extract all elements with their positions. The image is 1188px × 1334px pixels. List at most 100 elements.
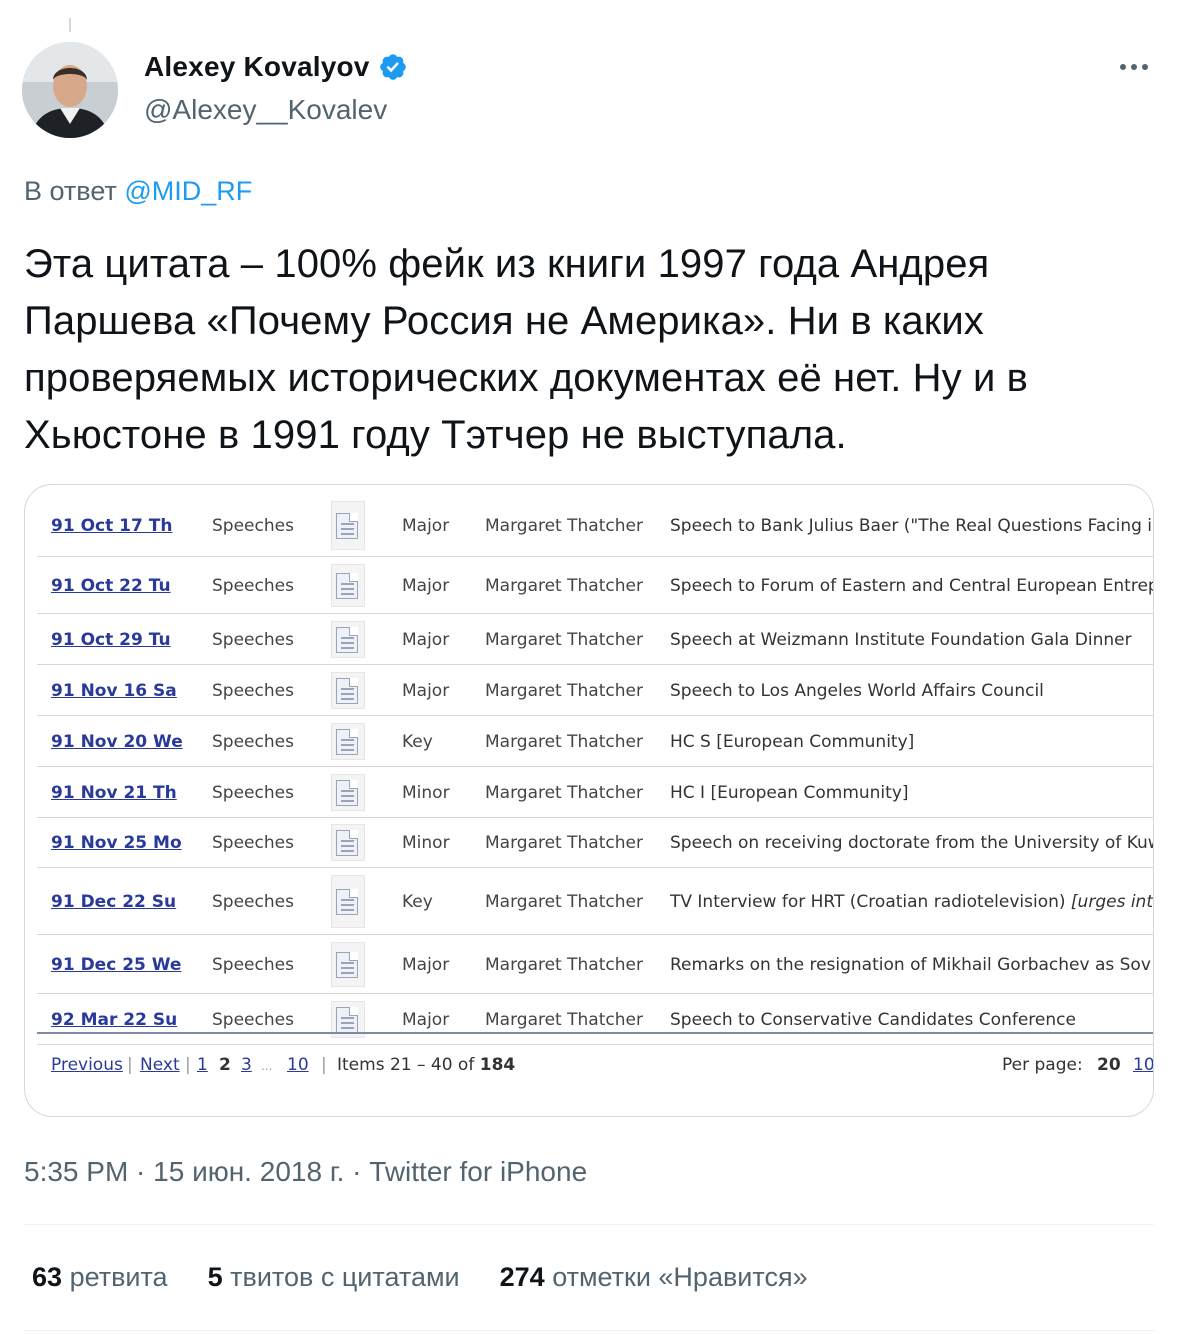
row-type: Speeches — [212, 731, 294, 752]
previous-link[interactable]: Previous — [51, 1055, 123, 1075]
table-row: 91 Nov 21 Th Speeches Minor Margaret Thatch… — [37, 768, 1153, 818]
row-date-link[interactable]: 91 Oct 29 Tu — [51, 615, 171, 664]
table-pager: Previous | Next | 1 2 3 ... 10 | Items 2… — [51, 1055, 1153, 1085]
table-row: 91 Dec 25 We Speeches Major Margaret Thatch… — [37, 936, 1153, 994]
more-options-button[interactable] — [1114, 52, 1154, 82]
table-row: 91 Oct 29 Tu Speeches Major Margaret Thatch… — [37, 615, 1153, 665]
document-icon[interactable] — [333, 558, 361, 613]
row-person: Margaret Thatcher — [485, 1009, 643, 1030]
document-icon[interactable] — [333, 615, 361, 664]
row-date-link[interactable]: 91 Dec 25 We — [51, 936, 181, 993]
avatar[interactable] — [22, 42, 118, 138]
tweet-header: Alexey Kovalyov @Alexey__Kovalev — [22, 42, 1166, 138]
pager-separator: | — [321, 1055, 327, 1075]
row-level: Major — [402, 954, 450, 975]
document-icon[interactable] — [333, 936, 361, 993]
row-level: Key — [402, 891, 433, 912]
per-page-label: Per page: — [1002, 1055, 1083, 1075]
page-last-link[interactable]: 10 — [287, 1055, 309, 1075]
row-title: Remarks on the resignation of Mikhail Go… — [670, 954, 1153, 975]
row-person: Margaret Thatcher — [485, 731, 643, 752]
more-dot-icon — [1131, 64, 1137, 70]
row-level: Major — [402, 629, 450, 650]
document-icon[interactable] — [333, 995, 361, 1044]
thread-connector-line — [69, 18, 71, 32]
page-3-link[interactable]: 3 — [241, 1055, 252, 1075]
row-person: Margaret Thatcher — [485, 891, 643, 912]
document-icon[interactable] — [333, 495, 361, 556]
row-date-link[interactable]: 91 Nov 21 Th — [51, 768, 177, 817]
row-type: Speeches — [212, 1009, 294, 1030]
row-person: Margaret Thatcher — [485, 575, 643, 596]
row-person: Margaret Thatcher — [485, 954, 643, 975]
row-date-link[interactable]: 91 Nov 20 We — [51, 717, 183, 766]
pager-ellipsis: ... — [261, 1059, 273, 1073]
row-date-link[interactable]: 91 Oct 22 Tu — [51, 558, 171, 613]
retweets-stat[interactable]: 63 ретвита — [32, 1262, 168, 1293]
tweet-media-image[interactable]: 91 Oct 17 Th Speeches Major Margaret Thatch… — [24, 484, 1154, 1117]
row-date-link[interactable]: 91 Dec 22 Su — [51, 869, 176, 934]
stats-divider-bottom — [24, 1330, 1154, 1331]
row-date-link[interactable]: 91 Nov 25 Mo — [51, 818, 182, 867]
row-level: Major — [402, 515, 450, 536]
speech-archive-table: 91 Oct 17 Th Speeches Major Margaret Thatch… — [37, 495, 1154, 1095]
row-date-link[interactable]: 92 Mar 22 Su — [51, 995, 177, 1044]
tweet-timestamp-source[interactable]: 5:35 PM · 15 июн. 2018 г. · Twitter for … — [24, 1156, 587, 1188]
row-title: Speech to Los Angeles World Affairs Coun… — [670, 680, 1044, 701]
table-row: 91 Oct 22 Tu Speeches Major Margaret Thatch… — [37, 558, 1154, 614]
document-icon[interactable] — [333, 717, 361, 766]
row-title: HC S [European Community] — [670, 731, 915, 752]
row-type: Speeches — [212, 782, 294, 803]
document-icon[interactable] — [333, 869, 361, 934]
row-type: Speeches — [212, 832, 294, 853]
page-2-current: 2 — [219, 1055, 231, 1075]
row-title: Speech to Conservative Candidates Confer… — [670, 1009, 1076, 1030]
per-page-current: 20 — [1097, 1055, 1121, 1075]
row-level: Minor — [402, 832, 450, 853]
author-display-name[interactable]: Alexey Kovalyov — [144, 51, 370, 83]
row-date-link[interactable]: 91 Nov 16 Sa — [51, 666, 177, 715]
row-level: Major — [402, 680, 450, 701]
row-person: Margaret Thatcher — [485, 515, 643, 536]
document-icon[interactable] — [333, 818, 361, 867]
per-page-option-link[interactable]: 10 — [1133, 1055, 1153, 1075]
table-row: 91 Nov 25 Mo Speeches Minor Margaret Thatch… — [37, 818, 1153, 868]
table-row: 91 Nov 16 Sa Speeches Major Margaret Thatch… — [37, 666, 1153, 716]
row-type: Speeches — [212, 629, 294, 650]
row-level: Major — [402, 575, 450, 596]
page-1-link[interactable]: 1 — [197, 1055, 208, 1075]
row-title: TV Interview for HRT (Croatian radiotele… — [670, 891, 1153, 912]
row-type: Speeches — [212, 954, 294, 975]
row-level: Major — [402, 1009, 450, 1030]
row-date-link[interactable]: 91 Oct 17 Th — [51, 495, 172, 556]
row-person: Margaret Thatcher — [485, 832, 643, 853]
row-person: Margaret Thatcher — [485, 629, 643, 650]
table-row: 92 Mar 22 Su Speeches Major Margaret Thatch… — [37, 995, 1153, 1045]
quote-tweets-stat[interactable]: 5 твитов с цитатами — [208, 1262, 460, 1293]
row-title: Speech to Forum of Eastern and Central E… — [670, 575, 1154, 596]
row-type: Speeches — [212, 891, 294, 912]
author-names: Alexey Kovalyov @Alexey__Kovalev — [144, 50, 408, 126]
table-row: 91 Nov 20 We Speeches Key Margaret Thatcher… — [37, 717, 1153, 767]
likes-stat[interactable]: 274 отметки «Нравится» — [500, 1262, 808, 1293]
more-dot-icon — [1142, 64, 1148, 70]
document-icon[interactable] — [333, 768, 361, 817]
row-person: Margaret Thatcher — [485, 782, 643, 803]
avatar-image — [22, 42, 118, 138]
author-handle[interactable]: @Alexey__Kovalev — [144, 94, 408, 126]
pager-divider — [37, 1032, 1153, 1034]
table-row: 91 Oct 17 Th Speeches Major Margaret Thatch… — [37, 495, 1153, 557]
tweet-stats: 63 ретвита 5 твитов с цитатами 274 отмет… — [32, 1262, 848, 1293]
row-type: Speeches — [212, 575, 294, 596]
tweet-text: Эта цитата – 100% фейк из книги 1997 год… — [24, 242, 1028, 457]
row-title: Speech to Bank Julius Baer ("The Real Qu… — [670, 515, 1153, 536]
pager-separator: | — [185, 1055, 191, 1075]
document-icon[interactable] — [333, 666, 361, 715]
table-row: 91 Dec 22 Su Speeches Key Margaret Thatcher… — [37, 869, 1153, 935]
row-type: Speeches — [212, 680, 294, 701]
reply-to-mention-link[interactable]: @MID_RF — [124, 176, 252, 206]
row-title: HC I [European Community] — [670, 782, 909, 803]
more-dot-icon — [1120, 64, 1126, 70]
next-link[interactable]: Next — [140, 1055, 180, 1075]
row-level: Minor — [402, 782, 450, 803]
